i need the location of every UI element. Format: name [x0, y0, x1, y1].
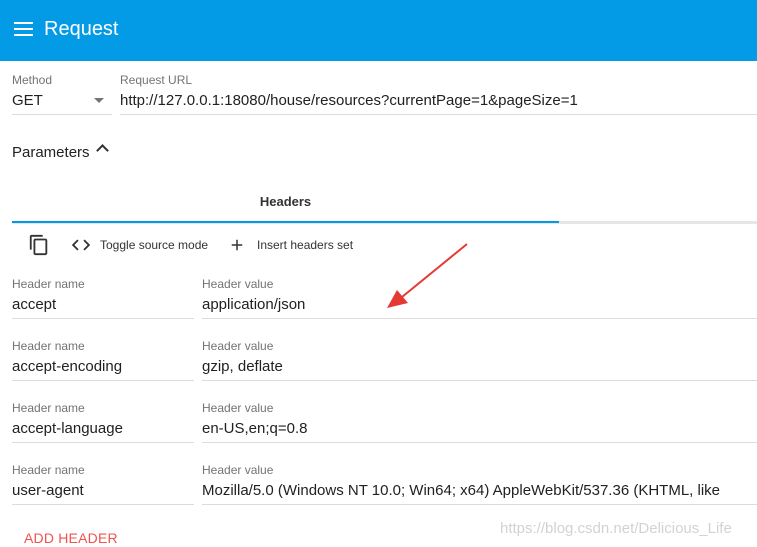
header-name-input[interactable]: accept [12, 296, 194, 313]
header-value-underline [202, 380, 757, 381]
header-name-label: Header name [12, 401, 85, 415]
content-copy-icon [29, 234, 48, 256]
app-bar: Request [0, 0, 757, 61]
header-value-input[interactable]: en-US,en;q=0.8 [202, 420, 757, 437]
watermark: https://blog.csdn.net/Delicious_Life [500, 520, 732, 537]
header-name-label: Header name [12, 277, 85, 291]
header-name-input[interactable]: accept-encoding [12, 358, 194, 375]
copy-button[interactable] [28, 234, 50, 256]
request-url-label: Request URL [120, 73, 193, 87]
header-name-input[interactable]: accept-language [12, 420, 194, 437]
add-header-button[interactable]: ADD HEADER [24, 530, 118, 546]
method-label: Method [12, 73, 53, 87]
header-value-label: Header value [202, 339, 274, 353]
header-name-underline [12, 504, 194, 505]
request-url-input[interactable]: http://127.0.0.1:18080/house/resources?c… [120, 92, 757, 109]
method-underline [12, 114, 112, 115]
request-url-underline [120, 114, 757, 115]
menu-icon[interactable] [14, 22, 33, 36]
insert-headers-set-button[interactable]: Insert headers set [228, 234, 353, 256]
chevron-up-icon[interactable] [96, 144, 109, 157]
header-value-label: Header value [202, 277, 274, 291]
header-value-label: Header value [202, 463, 274, 477]
app-title: Request [44, 18, 119, 40]
code-icon [71, 239, 91, 251]
tab-headers[interactable]: Headers [12, 180, 559, 222]
tab-active-indicator [12, 221, 559, 223]
method-value: GET [12, 92, 43, 109]
header-value-underline [202, 504, 757, 505]
toggle-source-mode-label: Toggle source mode [100, 238, 209, 252]
parameters-label: Parameters [12, 143, 90, 161]
header-value-input[interactable]: gzip, deflate [202, 358, 757, 375]
plus-icon [231, 239, 243, 251]
parameters-toggle[interactable]: Parameters [12, 140, 90, 164]
header-value-underline [202, 318, 757, 319]
header-value-label: Header value [202, 401, 274, 415]
header-name-input[interactable]: user-agent [12, 482, 194, 499]
insert-headers-set-label: Insert headers set [257, 238, 354, 252]
header-name-underline [12, 380, 194, 381]
header-value-input[interactable]: application/json [202, 296, 757, 313]
toggle-source-mode-button[interactable]: Toggle source mode [70, 234, 208, 256]
dropdown-arrow-icon[interactable] [94, 98, 104, 103]
header-name-label: Header name [12, 339, 85, 353]
header-name-underline [12, 318, 194, 319]
header-name-label: Header name [12, 463, 85, 477]
header-name-underline [12, 442, 194, 443]
annotation-arrow [387, 243, 468, 308]
header-value-underline [202, 442, 757, 443]
header-value-input[interactable]: Mozilla/5.0 (Windows NT 10.0; Win64; x64… [202, 482, 757, 499]
